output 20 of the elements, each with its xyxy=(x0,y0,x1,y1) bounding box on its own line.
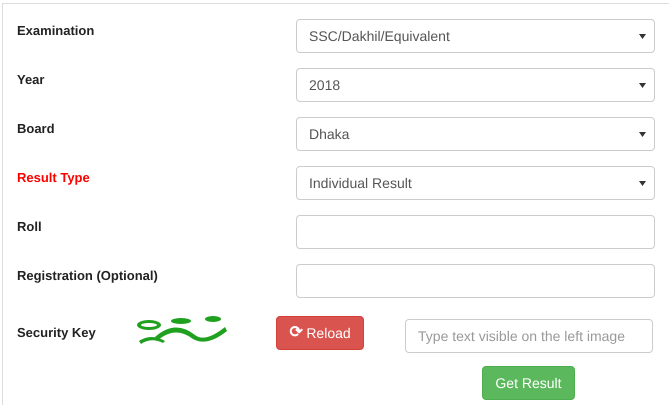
field-label: Roll xyxy=(17,218,43,236)
select-field[interactable]: 2018 xyxy=(296,68,655,102)
field-label: Examination xyxy=(17,22,96,40)
field-label: Security Key xyxy=(17,324,97,342)
dropdown-arrow-icon xyxy=(639,82,646,88)
field-label: Result Type xyxy=(17,169,91,187)
dropdown-arrow-icon xyxy=(639,180,646,186)
input-field[interactable] xyxy=(296,215,655,249)
input-field[interactable] xyxy=(296,264,655,298)
reload-button[interactable]: ⟳ Reload xyxy=(276,316,364,350)
field-label: Board xyxy=(17,120,56,138)
dropdown-arrow-icon xyxy=(639,34,646,38)
field-label: Year xyxy=(17,71,46,89)
refresh-icon: ⟳ xyxy=(289,325,302,341)
select-field[interactable]: Individual Result xyxy=(296,166,655,200)
select-field[interactable]: SSC/Dakhil/Equivalent xyxy=(296,19,655,53)
select-field[interactable]: Dhaka xyxy=(296,117,655,151)
dropdown-arrow-icon xyxy=(639,132,646,136)
field-label: Registration (Optional) xyxy=(17,267,159,285)
input-field[interactable]: Type text visible on the left image xyxy=(405,318,653,352)
